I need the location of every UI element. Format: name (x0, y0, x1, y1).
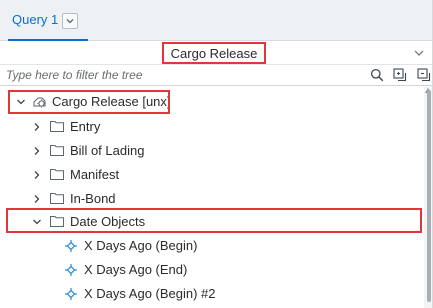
chevron-down-icon[interactable] (32, 217, 42, 227)
dimension-object-icon (65, 240, 77, 252)
tree-folder-bill-of-lading[interactable]: Bill of Lading (0, 139, 424, 163)
tab-query-1[interactable]: Query 1 (10, 9, 79, 37)
folder-icon (50, 193, 64, 204)
tree-folder-manifest[interactable]: Manifest (0, 163, 424, 187)
tree-object-x-days-ago-begin-2[interactable]: X Days Ago (Begin) #2 (0, 282, 424, 306)
chevron-right-icon[interactable] (32, 146, 42, 156)
search-icon[interactable] (370, 68, 384, 82)
tree-folder-date-objects[interactable]: Date Objects (0, 210, 424, 234)
chevron-right-icon[interactable] (32, 170, 42, 180)
tree-node-label[interactable]: X Days Ago (Begin) (84, 238, 197, 253)
universe-selector[interactable]: Cargo Release (0, 41, 432, 65)
tab-label[interactable]: Query 1 (10, 9, 58, 31)
tree-node-label[interactable]: Entry (70, 119, 100, 134)
tree-node-label[interactable]: Bill of Lading (70, 143, 144, 158)
universe-name[interactable]: Cargo Release (171, 46, 258, 61)
collapse-all-icon[interactable] (417, 68, 431, 82)
folder-icon (50, 145, 64, 156)
tree-root-node[interactable]: Cargo Release [unx] (0, 90, 424, 114)
chevron-down-icon (66, 19, 74, 24)
chevron-right-icon[interactable] (32, 194, 42, 204)
folder-icon (50, 169, 64, 180)
tree-folder-entry[interactable]: Entry (0, 115, 424, 139)
tree-node-label[interactable]: Manifest (70, 167, 119, 182)
query-tab-strip: Query 1 (0, 0, 432, 41)
tree-object-x-days-ago-begin[interactable]: X Days Ago (Begin) (0, 234, 424, 258)
chevron-down-icon[interactable] (413, 47, 425, 59)
folder-icon (50, 216, 64, 227)
tree-filter-bar (0, 65, 432, 86)
tree-scrollbar-thumb[interactable] (427, 90, 431, 302)
dimension-object-icon (65, 264, 77, 276)
universe-icon (33, 97, 46, 108)
universe-outline-tree: Cargo Release [unx] Entry Bill of Lading (0, 86, 424, 308)
chevron-right-icon[interactable] (32, 122, 42, 132)
expand-all-icon[interactable] (393, 68, 407, 82)
tree-node-label[interactable]: X Days Ago (End) (84, 262, 187, 277)
chevron-down-icon[interactable] (16, 97, 26, 107)
tree-node-label[interactable]: Cargo Release [unx] (52, 94, 171, 109)
dimension-object-icon (65, 288, 77, 300)
tree-node-label[interactable]: X Days Ago (Begin) #2 (84, 286, 216, 301)
universe-highlight-box: Cargo Release (162, 42, 266, 64)
folder-icon (50, 121, 64, 132)
tree-node-label[interactable]: Date Objects (70, 214, 145, 229)
tree-object-x-days-ago-end[interactable]: X Days Ago (End) (0, 258, 424, 282)
query-panel: Query 1 Cargo Release Type here to filte… (0, 0, 433, 308)
tree-folder-in-bond[interactable]: In-Bond (0, 187, 424, 211)
tab-dropdown-button[interactable] (62, 13, 79, 29)
tree-node-label[interactable]: In-Bond (70, 191, 116, 206)
tree-filter-input[interactable] (4, 66, 328, 84)
